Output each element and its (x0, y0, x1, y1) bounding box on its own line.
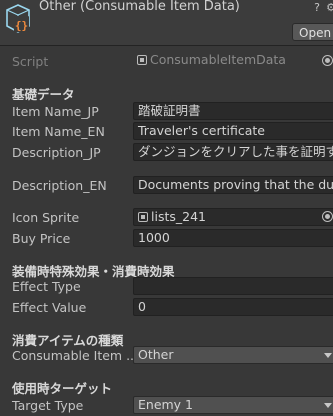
description-en-label: Description_EN (12, 178, 107, 193)
section-target: 使用時ターゲット (12, 381, 113, 396)
item-name-jp-label: Item Name_JP (12, 104, 99, 119)
description-en-input[interactable]: Documents proving that the dunge (133, 176, 333, 194)
script-value: ConsumableItemData (150, 52, 286, 67)
consumable-item-label: Consumable Item ... (12, 348, 138, 363)
effect-value-input[interactable]: 0 (133, 298, 333, 316)
effect-value-label: Effect Value (12, 300, 87, 315)
scriptable-object-icon: {} (6, 4, 30, 33)
item-name-en-label: Item Name_EN (12, 124, 105, 139)
sprite-icon (138, 212, 148, 222)
effect-type-field[interactable] (133, 277, 333, 295)
description-jp-input[interactable]: ダンジョンをクリアした事を証明する書類 (133, 143, 333, 161)
item-name-jp-row: Item Name_JP 踏破証明書 (0, 102, 333, 122)
open-button[interactable]: Open (292, 23, 333, 41)
buy-price-row: Buy Price 1000 (0, 229, 333, 249)
consumable-item-row: Consumable Item ... Other (0, 346, 333, 366)
script-picker-icon[interactable] (322, 55, 333, 66)
sprite-picker-icon[interactable] (322, 211, 333, 222)
inspector-title: Other (Consumable Item Data) (39, 0, 240, 14)
script-icon (137, 55, 147, 65)
description-en-row: Description_EN Documents proving that th… (0, 176, 333, 196)
chevron-down-icon (324, 403, 332, 408)
script-row: Script ConsumableItemData (0, 52, 333, 72)
target-type-row: Target Type Enemy 1 (0, 396, 333, 416)
section-basic: 基礎データ (12, 87, 75, 102)
effect-type-label: Effect Type (12, 279, 81, 294)
icon-sprite-row: Icon Sprite lists_241 (0, 208, 333, 228)
settings-icon[interactable]: ⚙ (325, 2, 333, 14)
icon-sprite-value: lists_241 (151, 209, 206, 224)
target-type-dropdown[interactable]: Enemy 1 (133, 396, 333, 414)
svg-text:{}: {} (15, 19, 28, 32)
item-name-jp-input[interactable]: 踏破証明書 (133, 102, 333, 120)
consumable-item-dropdown[interactable]: Other (133, 346, 333, 364)
item-name-en-row: Item Name_EN Traveler's certificate (0, 122, 333, 142)
chevron-down-icon (324, 353, 332, 358)
buy-price-label: Buy Price (12, 231, 71, 246)
item-name-en-input[interactable]: Traveler's certificate (133, 122, 333, 140)
description-jp-label: Description_JP (12, 145, 101, 160)
target-type-label: Target Type (12, 398, 84, 413)
help-icon[interactable]: ? (311, 2, 323, 14)
script-field[interactable]: ConsumableItemData (133, 52, 333, 70)
icon-sprite-field[interactable]: lists_241 (133, 208, 333, 226)
icon-sprite-label: Icon Sprite (12, 210, 80, 225)
buy-price-input[interactable]: 1000 (133, 229, 333, 247)
inspector-header: {} Other (Consumable Item Data) ? ⚙ Open (0, 0, 333, 46)
description-jp-row: Description_JP ダンジョンをクリアした事を証明する書類 (0, 143, 333, 163)
script-label: Script (12, 54, 49, 69)
effect-value-row: Effect Value 0 (0, 298, 333, 318)
effect-type-row: Effect Type (0, 277, 333, 297)
